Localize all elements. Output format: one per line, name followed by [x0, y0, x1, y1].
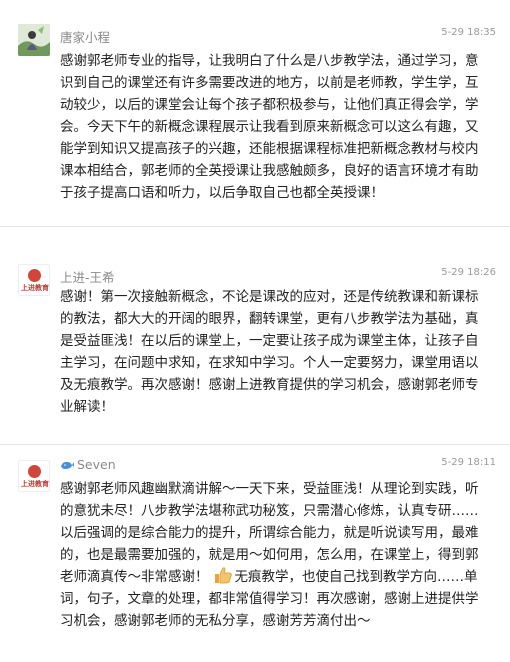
comment-text: 感谢郭老师专业的指导，让我明白了什么是八步教学法，通过学习，意识到自己的课堂还有…	[60, 53, 479, 201]
comment-item: 上进教育 上进-王希 5-29 18:26 感谢！第一次接触新概念，不论是课改的…	[0, 226, 510, 444]
avatar-logo-text: 上进教育	[21, 284, 49, 292]
comment-text: 感谢！第一次接触新概念，不论是课改的应对，还是传统教课和新课标的教法，都大大的开…	[60, 289, 479, 415]
comment-timestamp: 5-29 18:35	[441, 27, 496, 38]
comment-text: 感谢郭老师风趣幽默滴讲解～一天下来，受益匪浅！从理论到实践，听的意犹未尽！八步教…	[60, 478, 490, 632]
author-name[interactable]: Seven	[77, 457, 116, 472]
shangjin-logo-icon	[28, 465, 41, 478]
comment-timestamp: 5-29 18:26	[441, 267, 496, 278]
whale-icon	[61, 461, 74, 469]
comment-item: 上进教育 Seven 5-29 18:11 感谢郭老师风趣幽默滴讲解～一天下来，…	[0, 444, 510, 662]
comment-timestamp: 5-29 18:11	[441, 457, 496, 468]
avatar[interactable]	[18, 24, 50, 56]
author-name-row[interactable]: Seven	[60, 457, 116, 472]
user-photo-icon	[18, 24, 50, 56]
avatar[interactable]: 上进教育	[18, 460, 50, 492]
thumbs-up-icon	[214, 567, 232, 584]
avatar[interactable]: 上进教育	[18, 264, 50, 296]
avatar-logo-text: 上进教育	[21, 480, 49, 488]
author-name[interactable]: 唐家小程	[60, 27, 110, 46]
comment-item: 唐家小程 5-29 18:35 感谢郭老师专业的指导，让我明白了什么是八步教学法…	[0, 0, 510, 226]
author-name[interactable]: 上进-王希	[60, 267, 115, 286]
shangjin-logo-icon	[28, 269, 41, 282]
